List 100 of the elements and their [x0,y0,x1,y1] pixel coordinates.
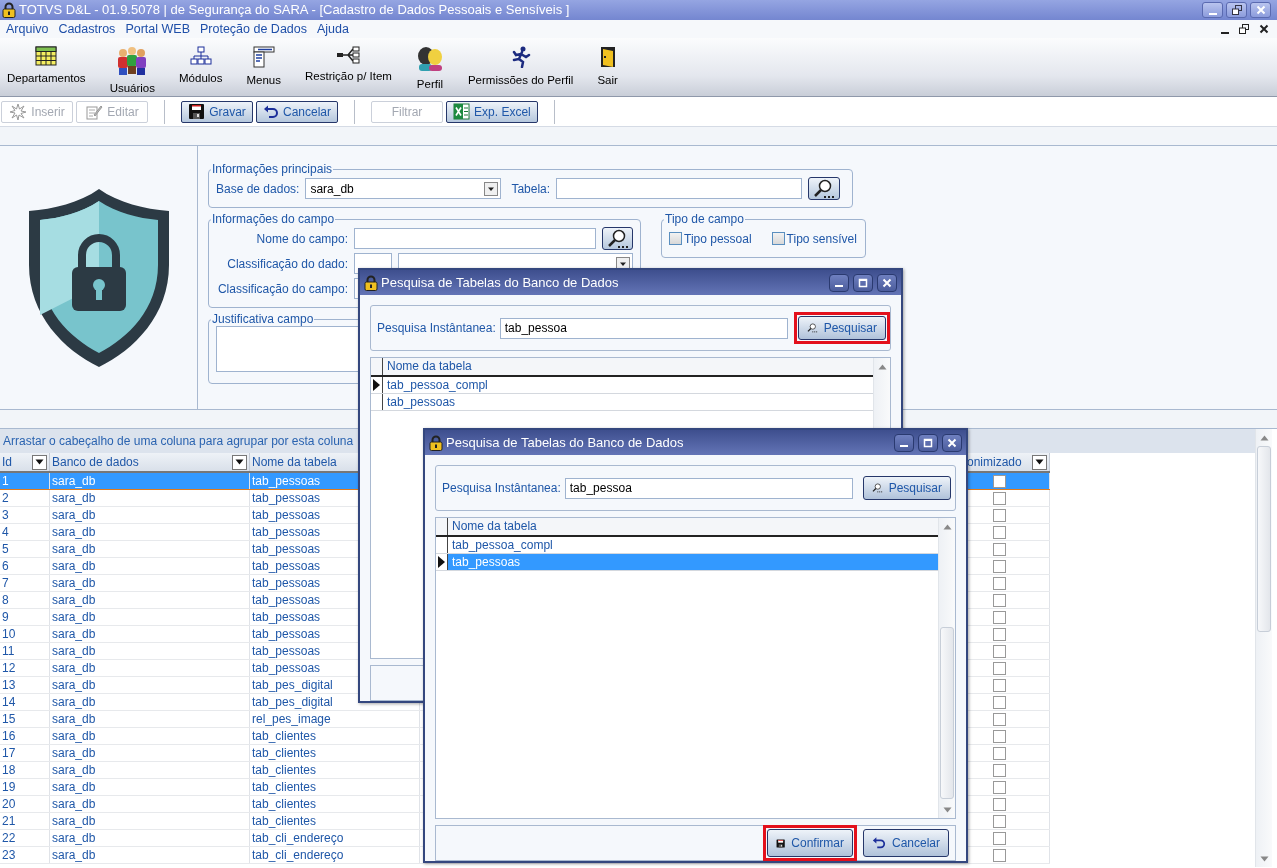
table-cell[interactable]: tab_pessoas [383,394,873,410]
caret-icon [35,459,44,465]
menu-item[interactable]: Proteção de Dados [200,19,307,39]
padlock-icon [2,2,16,18]
close-button[interactable] [942,433,962,452]
minimize-button[interactable] [894,433,914,452]
toolbar-button[interactable]: Módulos [174,38,228,85]
checkbox[interactable] [993,525,1006,539]
checkbox-label: Tipo sensível [786,230,857,248]
checkbox[interactable] [993,559,1006,573]
group-label: Tipo de campo [664,212,745,226]
toolbar-button[interactable]: Permissões do Perfil [462,38,579,87]
minimize-button[interactable] [1202,2,1223,18]
action-button[interactable]: Exp. Excel [446,100,538,123]
close-icon [882,277,892,288]
dialog-button[interactable]: Confirmar [767,829,853,857]
search-button[interactable]: Pesquisar [863,476,951,500]
table-cell: sara_db [50,626,250,642]
table-cell: sara_db [50,490,250,506]
checkbox[interactable] [993,508,1006,522]
scrollbar[interactable] [938,518,955,818]
table-cell[interactable]: tab_pessoa_compl [383,377,873,393]
field-name-input[interactable] [354,228,597,249]
minimize-button[interactable] [829,273,849,292]
search-button[interactable]: Pesquisar [798,316,886,340]
checkbox[interactable] [993,746,1006,760]
table-cell: sara_db [50,745,250,761]
table-cell: tab_clientes [250,728,420,744]
checkbox[interactable] [993,712,1006,726]
checkbox[interactable] [993,593,1006,607]
checkbox[interactable] [993,491,1006,505]
table-cell: sara_db [50,473,250,489]
checkbox[interactable] [669,232,682,245]
search-button[interactable] [602,227,633,250]
close-button[interactable] [877,273,897,292]
table-cell: sara_db [50,643,250,659]
filter-dropdown-button[interactable] [32,454,47,470]
checkbox[interactable] [993,831,1006,845]
checkbox[interactable] [993,797,1006,811]
toolbar-button[interactable]: Usuários [104,38,160,95]
minimize-icon [900,445,908,447]
toolbar-button[interactable]: Restrição p/ Item [300,38,397,83]
scrollbar-thumb[interactable] [940,627,954,799]
table-cell: tab_clientes [250,762,420,778]
search-input[interactable]: tab_pessoa [564,477,853,499]
filter-dropdown-button[interactable] [1032,454,1047,470]
checkbox[interactable] [993,780,1006,794]
table-cell: 5 [0,541,50,557]
database-dropdown[interactable]: sara_db [305,178,502,199]
table-cell: sara_db [50,694,250,710]
menu-item[interactable]: Ajuda [317,19,349,39]
menu-item[interactable]: Arquivo [6,19,49,39]
scrollbar-thumb[interactable] [1257,446,1271,632]
menu-item[interactable]: Portal WEB [125,19,190,39]
filter-dropdown-button[interactable] [232,454,247,470]
table-cell: sara_db [50,609,250,625]
table-cell: sara_db [50,541,250,557]
toolbar-button[interactable]: Menus [241,38,286,87]
table-cell[interactable]: tab_pessoa_compl [448,537,938,553]
checkbox[interactable] [993,661,1006,675]
table-cell: sara_db [50,524,250,540]
menu-item[interactable]: Cadastros [58,19,116,39]
checkbox[interactable] [993,610,1006,624]
checkbox[interactable] [993,848,1006,862]
table-cell: sara_db [50,830,250,846]
table-cell: 6 [0,558,50,574]
table-input[interactable] [556,178,803,199]
table-cell: 7 [0,575,50,591]
checkbox[interactable] [771,232,785,245]
dialog-button[interactable]: Cancelar [863,829,949,857]
toolbar-button[interactable]: Departamentos [2,38,91,85]
search-input[interactable]: tab_pessoa [499,317,788,339]
table-cell: sara_db [50,558,250,574]
checkbox[interactable] [993,695,1006,709]
scrollbar[interactable] [1255,429,1272,867]
checkbox[interactable] [993,627,1006,641]
maximize-button[interactable] [918,433,938,452]
checkbox[interactable] [993,474,1006,488]
table-cell: 17 [0,745,50,761]
search-button[interactable] [808,177,841,200]
action-button[interactable]: Gravar [181,100,253,123]
door-icon [599,46,616,68]
group-label: Informações principais [211,162,334,176]
checkbox[interactable] [993,729,1006,743]
checkbox[interactable] [993,576,1006,590]
spreadsheet-icon [453,103,471,120]
close-button[interactable] [1250,2,1271,18]
table-cell: 11 [0,643,50,659]
action-button[interactable]: Cancelar [256,100,339,123]
checkbox[interactable] [993,644,1006,658]
checkbox[interactable] [993,542,1006,556]
dialog-title: Pesquisa de Tabelas do Banco de Dados [446,433,684,452]
maximize-button[interactable] [853,273,873,292]
toolbar-button[interactable]: Sair [592,38,623,87]
checkbox[interactable] [993,814,1006,828]
toolbar-button[interactable]: Perfil [410,38,449,91]
minimize-icon [1221,31,1229,34]
checkbox[interactable] [993,678,1006,692]
checkbox[interactable] [993,763,1006,777]
restore-button[interactable] [1226,2,1247,18]
